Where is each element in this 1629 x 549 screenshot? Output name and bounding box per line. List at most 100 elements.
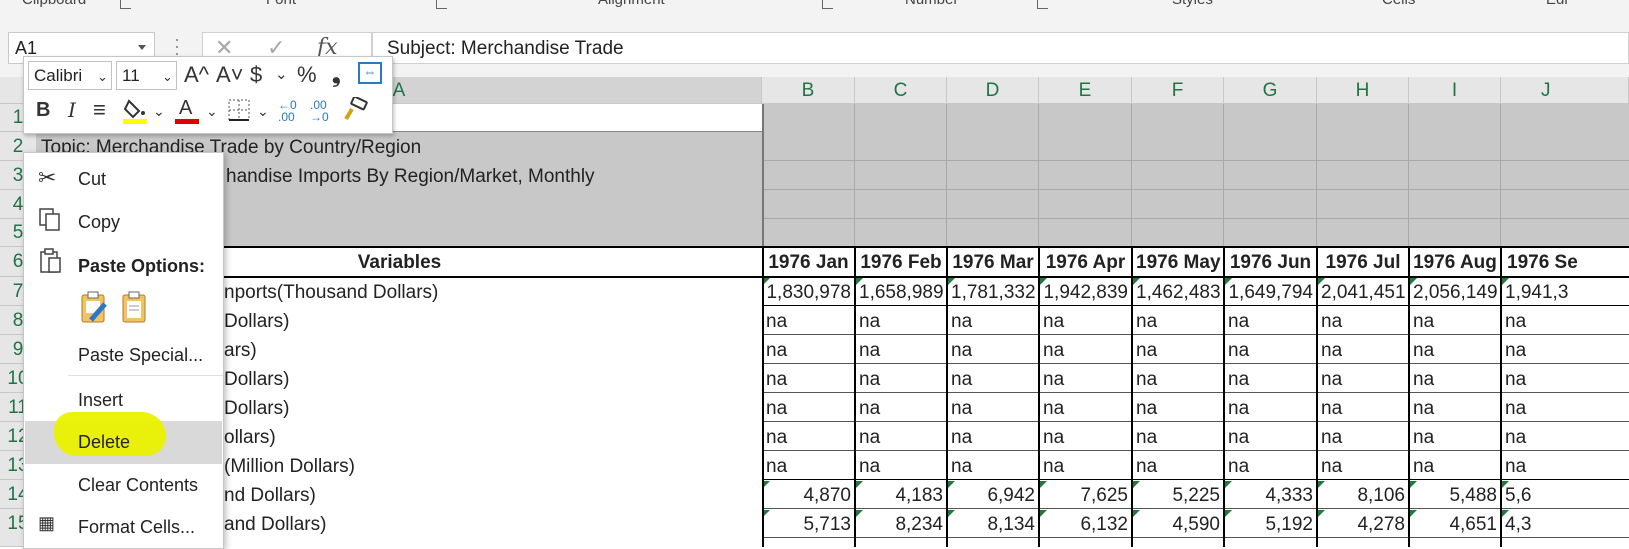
error-indicator-icon[interactable] xyxy=(763,278,770,285)
data-cell[interactable]: na xyxy=(947,306,1039,335)
data-cell[interactable]: na xyxy=(1501,451,1629,480)
font-size-box[interactable]: 11 ⌄ xyxy=(116,61,177,90)
fill-color-icon[interactable] xyxy=(123,97,149,130)
data-cell[interactable]: 4,590 xyxy=(1132,509,1224,538)
drag-handle-icon[interactable]: · · · xyxy=(174,30,180,62)
error-indicator-icon[interactable] xyxy=(1133,510,1140,517)
data-cell[interactable]: 2,041,451 xyxy=(1317,277,1409,306)
error-indicator-icon[interactable] xyxy=(763,481,770,488)
data-cell[interactable]: 1,658,989 xyxy=(855,277,947,306)
data-cell[interactable]: na xyxy=(1501,335,1629,364)
column-header-d[interactable]: D xyxy=(947,77,1039,104)
data-cell[interactable]: na xyxy=(1409,451,1501,480)
alignment-launcher-icon[interactable] xyxy=(822,0,833,9)
bold-icon[interactable]: B xyxy=(36,98,50,122)
data-cell[interactable]: 1,781,332 xyxy=(947,277,1039,306)
variable-label-cell[interactable]: Dollars) xyxy=(222,364,762,393)
column-header-c[interactable]: C xyxy=(855,77,947,104)
data-cell[interactable]: 6,942 xyxy=(947,480,1039,509)
header-month[interactable]: 1976 Se xyxy=(1501,248,1629,277)
column-header-i[interactable]: I xyxy=(1409,77,1501,104)
menu-item-paste-special[interactable]: Paste Special... xyxy=(78,345,203,366)
data-cell[interactable]: 4,870 xyxy=(762,480,855,509)
data-cell[interactable]: na xyxy=(1409,306,1501,335)
data-cell[interactable]: na xyxy=(947,364,1039,393)
error-indicator-icon[interactable] xyxy=(763,510,770,517)
column-header-g[interactable]: G xyxy=(1224,77,1317,104)
paste-icon[interactable] xyxy=(120,290,150,329)
data-cell[interactable]: na xyxy=(1132,306,1224,335)
chevron-down-icon[interactable]: ⌄ xyxy=(97,69,108,85)
data-cell[interactable]: 5,225 xyxy=(1132,480,1224,509)
clipboard-launcher-icon[interactable] xyxy=(120,0,131,9)
italic-icon[interactable]: I xyxy=(68,98,76,122)
chevron-down-icon[interactable]: ⌄ xyxy=(275,63,288,87)
menu-item-clear-contents[interactable]: Clear Contents xyxy=(78,475,198,496)
column-header-f[interactable]: F xyxy=(1132,77,1224,104)
error-indicator-icon[interactable] xyxy=(1502,481,1509,488)
data-cell[interactable]: 5,6 xyxy=(1501,480,1629,509)
error-indicator-icon[interactable] xyxy=(1318,481,1325,488)
data-cell[interactable]: 5,192 xyxy=(1224,509,1317,538)
data-cell[interactable]: na xyxy=(1501,393,1629,422)
header-month[interactable]: 1976 May xyxy=(1132,248,1224,277)
data-cell[interactable]: na xyxy=(1132,335,1224,364)
variable-label-cell[interactable]: ollars) xyxy=(222,422,762,451)
menu-item-insert[interactable]: Insert xyxy=(78,390,123,411)
header-month[interactable]: 1976 Mar xyxy=(947,248,1039,277)
format-painter-icon[interactable] xyxy=(342,95,368,128)
chevron-down-icon[interactable]: ⌄ xyxy=(206,99,218,123)
data-cell[interactable]: na xyxy=(1224,335,1317,364)
data-cell[interactable]: na xyxy=(1224,306,1317,335)
column-header-e[interactable]: E xyxy=(1039,77,1132,104)
data-cell[interactable]: na xyxy=(1409,335,1501,364)
formula-input[interactable]: Subject: Merchandise Trade xyxy=(372,32,1629,64)
header-month[interactable]: 1976 Apr xyxy=(1039,248,1132,277)
merge-center-icon[interactable]: ⇔ xyxy=(358,62,382,84)
data-cell[interactable]: 7,625 xyxy=(1039,480,1132,509)
column-header-h[interactable]: H xyxy=(1317,77,1409,104)
data-cell[interactable]: na xyxy=(1224,451,1317,480)
data-cell[interactable]: na xyxy=(1132,422,1224,451)
error-indicator-icon[interactable] xyxy=(1225,278,1232,285)
currency-icon[interactable]: $ xyxy=(250,63,262,87)
variable-label-cell[interactable]: Dollars) xyxy=(222,393,762,422)
font-name-box[interactable]: Calibri ⌄ xyxy=(28,61,112,90)
data-cell[interactable]: 6,132 xyxy=(1039,509,1132,538)
data-cell[interactable]: 5,488 xyxy=(1409,480,1501,509)
data-cell[interactable]: na xyxy=(855,393,947,422)
data-cell[interactable]: na xyxy=(1132,451,1224,480)
error-indicator-icon[interactable] xyxy=(1410,278,1417,285)
data-cell[interactable]: na xyxy=(762,422,855,451)
error-indicator-icon[interactable] xyxy=(1502,510,1509,517)
error-indicator-icon[interactable] xyxy=(856,278,863,285)
error-indicator-icon[interactable] xyxy=(1133,481,1140,488)
variable-label-cell[interactable]: Dollars) xyxy=(222,306,762,335)
chevron-down-icon[interactable]: ⌄ xyxy=(153,99,165,123)
data-cell[interactable]: na xyxy=(762,364,855,393)
variable-label-cell[interactable]: and Dollars) xyxy=(222,509,762,538)
error-indicator-icon[interactable] xyxy=(1040,510,1047,517)
data-cell[interactable]: 5,713 xyxy=(762,509,855,538)
data-cell[interactable]: na xyxy=(947,422,1039,451)
data-cell[interactable]: na xyxy=(1039,306,1132,335)
data-cell[interactable]: 1,649,794 xyxy=(1224,277,1317,306)
chevron-down-icon[interactable]: ⌄ xyxy=(162,69,173,85)
variable-label-cell[interactable]: nports(Thousand Dollars) xyxy=(222,277,762,306)
error-indicator-icon[interactable] xyxy=(856,481,863,488)
error-indicator-icon[interactable] xyxy=(1225,481,1232,488)
variable-label-cell[interactable]: nd Dollars) xyxy=(222,480,762,509)
data-cell[interactable]: na xyxy=(1132,393,1224,422)
data-cell[interactable]: na xyxy=(855,306,947,335)
data-cell[interactable]: 8,134 xyxy=(947,509,1039,538)
error-indicator-icon[interactable] xyxy=(1502,278,1509,285)
data-cell[interactable]: 8,106 xyxy=(1317,480,1409,509)
error-indicator-icon[interactable] xyxy=(1318,510,1325,517)
decrease-decimal-icon[interactable]: .00 →0 xyxy=(310,99,329,123)
data-cell[interactable]: na xyxy=(1501,364,1629,393)
menu-item-format-cells[interactable]: Format Cells... xyxy=(78,517,195,538)
data-cell[interactable]: 4,278 xyxy=(1317,509,1409,538)
data-cell[interactable]: na xyxy=(1224,422,1317,451)
cell-a3[interactable]: handise Imports By Region/Market, Monthl… xyxy=(222,161,599,190)
increase-font-icon[interactable]: A^ xyxy=(184,63,209,87)
